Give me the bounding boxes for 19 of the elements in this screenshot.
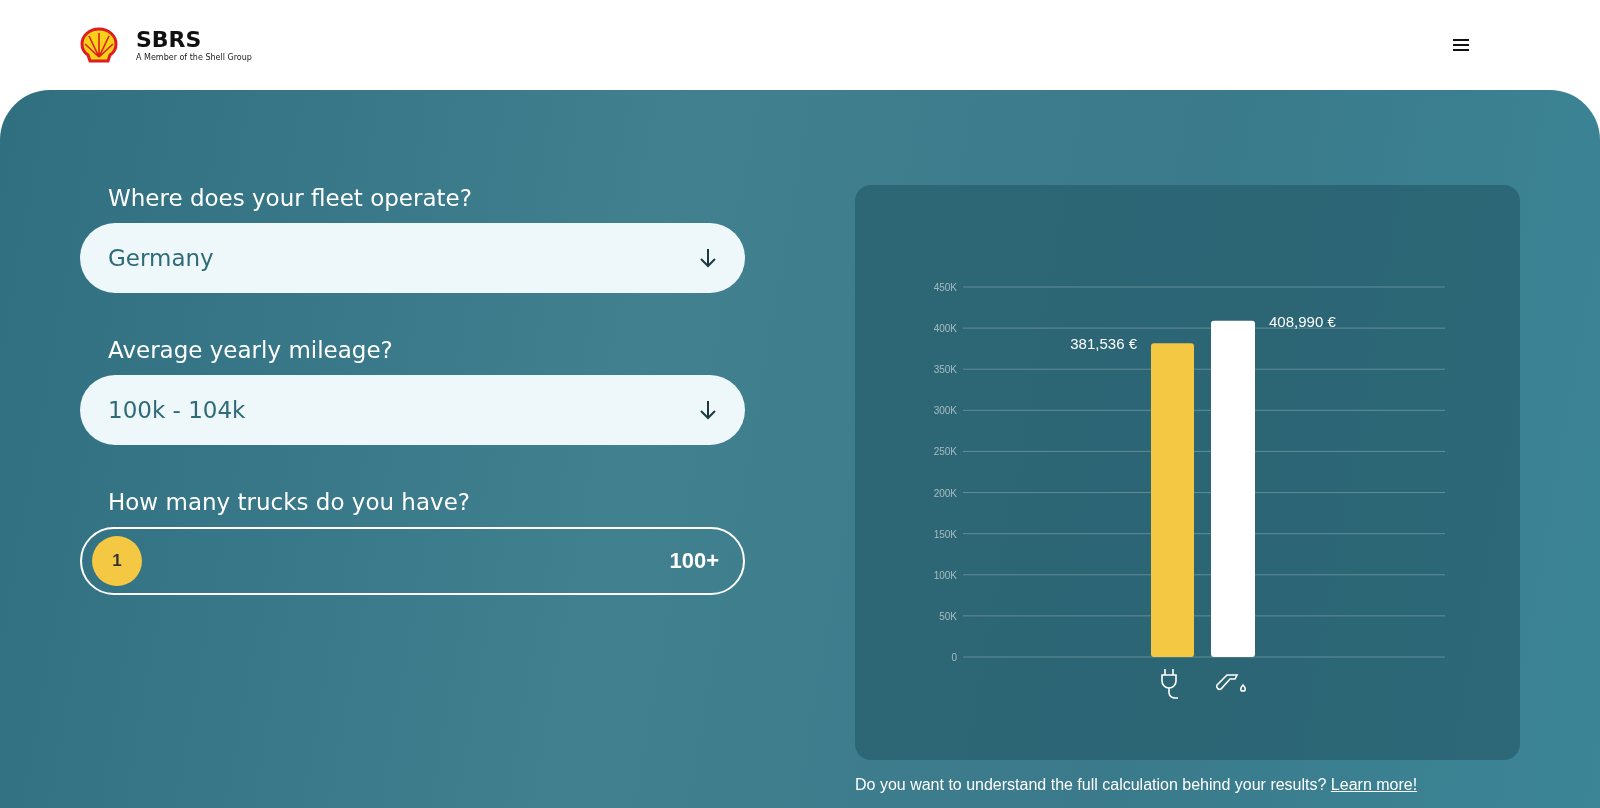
axis-tick-label: 200K <box>933 487 957 499</box>
axis-tick-label: 0 <box>951 652 957 663</box>
axis-tick-label: 400K <box>933 323 957 335</box>
axis-tick-label: 50K <box>939 610 957 622</box>
brand-tagline: A Member of the Shell Group <box>136 52 252 62</box>
field-label: How many trucks do you have? <box>107 489 471 515</box>
axis-tick-label: 450K <box>933 282 957 293</box>
field-label: Where does your fleet operate? <box>107 185 473 211</box>
bar-value-label: 408,990 € <box>1269 312 1336 330</box>
axis-tick-label: 350K <box>933 364 957 376</box>
axis-tick-label: 250K <box>933 446 957 458</box>
bar-value-label: 381,536 € <box>1070 335 1137 353</box>
field-label: Average yearly mileage? <box>107 337 394 363</box>
axis-tick-label: 300K <box>933 405 957 417</box>
calculation-note: Do you want to understand the full calculation behind your results? Learn more! <box>855 776 1419 794</box>
axis-tick-label: 100K <box>933 569 957 581</box>
axis-tick-label: 150K <box>933 528 957 540</box>
slider-max-label: 100+ <box>669 548 719 574</box>
brand-name: SBRS <box>136 28 203 51</box>
